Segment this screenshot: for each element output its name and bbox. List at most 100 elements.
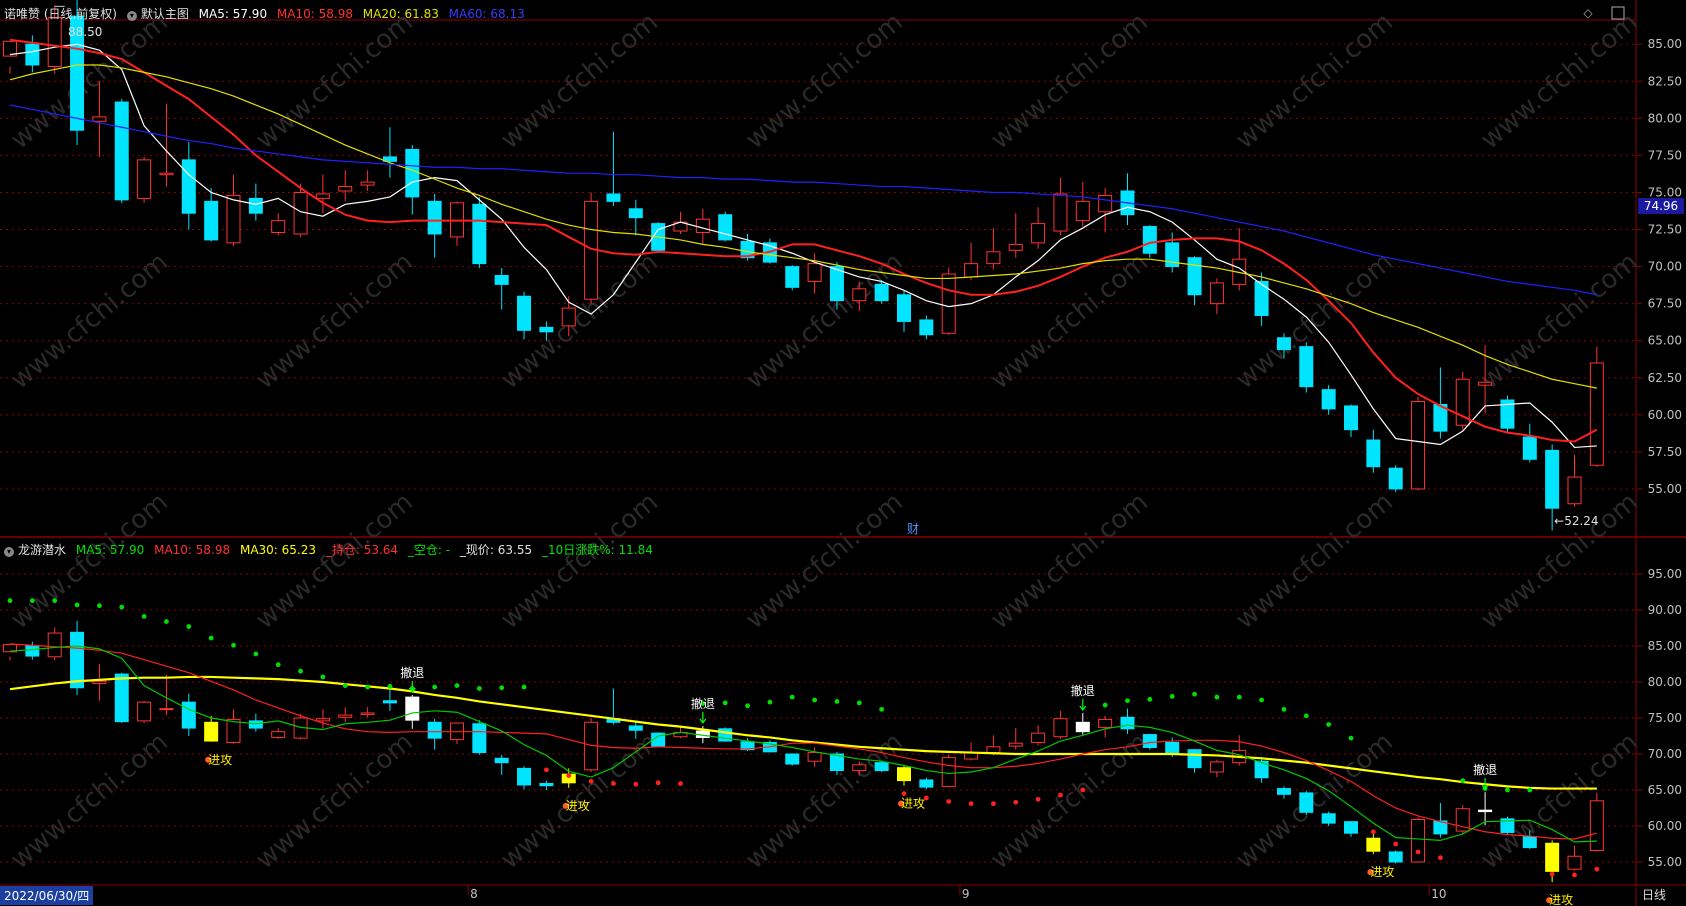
sub-candle-body	[1388, 851, 1403, 863]
sub-y-tick-label: 70.00	[1648, 747, 1682, 761]
sub-candle-body	[1209, 761, 1224, 773]
price-label: _现价: 63.55	[459, 543, 533, 557]
stop-dot-green	[834, 699, 840, 704]
stop-dot-red	[968, 801, 974, 807]
stock-chart[interactable]: www.cfchi.com www.cfchi.com www.cfchi.com w…	[0, 0, 1686, 906]
sub-candle-body	[919, 779, 934, 788]
candle-body	[1209, 282, 1224, 305]
candle-body	[1142, 226, 1157, 254]
stop-dot-green	[1169, 694, 1175, 699]
ma10-label: MA10: 58.98	[276, 7, 353, 21]
sub-candle-body	[1545, 842, 1560, 872]
candle-body	[204, 200, 219, 241]
candle-body	[919, 319, 934, 336]
main-y-tick-label: 82.50	[1648, 74, 1682, 88]
diamond-icon[interactable]: ◇	[1583, 6, 1593, 20]
candle-body	[897, 294, 911, 322]
sub-candle-body	[1589, 800, 1604, 851]
candle-body	[1053, 193, 1068, 232]
sub-candle-body	[382, 700, 397, 704]
main-view-label[interactable]: 默认主图	[141, 7, 189, 21]
candle-body	[427, 200, 442, 235]
stop-dot-green	[1527, 787, 1533, 793]
main-y-tick-label: 77.50	[1648, 148, 1682, 162]
sub-candle-body	[807, 752, 822, 762]
sub-candle-body	[1098, 718, 1113, 728]
stop-dot-green	[879, 706, 885, 712]
stop-dot-red	[678, 781, 683, 786]
stop-dot-red	[611, 781, 616, 786]
candle-body	[852, 288, 867, 302]
sub-candle-body	[25, 645, 40, 657]
candle-body	[874, 283, 889, 302]
stop-dot-green	[141, 614, 147, 619]
sub-candle-body	[181, 701, 196, 729]
sub-candle-body	[92, 680, 107, 684]
sub-candle-body	[494, 757, 509, 764]
sub-candle-body	[986, 746, 1001, 754]
price-marker-label: 74.96	[1644, 199, 1678, 213]
stop-dot-green	[499, 685, 505, 691]
stop-dot-green	[722, 700, 728, 706]
sub-candle-body	[1478, 809, 1493, 813]
main-y-tick-label: 75.00	[1648, 185, 1682, 199]
stop-dot-green	[1505, 787, 1510, 793]
stop-dot-green	[365, 684, 370, 690]
sub-candle-body	[517, 767, 532, 786]
period-label[interactable]: 日线	[1642, 886, 1666, 903]
main-y-tick-label: 72.50	[1648, 223, 1682, 237]
candle-body	[114, 101, 129, 201]
stop-dot-green	[7, 598, 13, 604]
stop-dot-green	[74, 602, 80, 608]
main-y-tick-label: 65.00	[1648, 334, 1682, 348]
low-price-label: ←52.24	[1554, 514, 1598, 528]
change-label: _10日涨跌%: 11.84	[541, 543, 653, 557]
main-y-tick-label: 60.00	[1648, 408, 1682, 422]
candle-body	[1075, 200, 1090, 222]
sub-candle-body	[204, 721, 219, 742]
indicator-name[interactable]: 龙游潜水	[18, 543, 66, 557]
stock-name[interactable]: 诺唯赞 (日线,前复权)	[4, 7, 117, 21]
sub-candle-body	[70, 631, 85, 689]
candle-body	[248, 197, 263, 214]
sub-y-tick-label: 65.00	[1648, 783, 1682, 797]
stop-dot-green	[186, 624, 192, 629]
main-y-tick-label: 57.50	[1648, 445, 1682, 459]
attack-signal-label: 进攻	[566, 799, 590, 813]
candle-body	[1187, 257, 1202, 296]
candle-body	[1589, 362, 1604, 466]
candle-body	[1411, 400, 1426, 490]
stop-dot-red	[1549, 871, 1555, 877]
stop-dot-green	[1303, 713, 1309, 719]
ma20-label: MA20: 61.83	[362, 7, 439, 21]
stop-dot-red	[544, 767, 549, 773]
stop-dot-green	[1147, 696, 1153, 702]
candle-body	[360, 181, 375, 186]
sub-candle-body	[47, 632, 62, 658]
candle-body	[159, 172, 174, 176]
sub-candle-body	[897, 767, 911, 782]
stop-dot-red	[655, 780, 661, 786]
view-toggle-icon[interactable]: ▾	[126, 11, 137, 21]
stop-dot-green	[298, 668, 303, 674]
sub-candle-body	[1366, 837, 1381, 852]
candle-body	[1545, 449, 1560, 509]
sub-candle-body	[1075, 721, 1090, 733]
candle-body	[606, 193, 621, 202]
sub-candle-body	[271, 731, 286, 738]
stop-dot-red	[1035, 796, 1041, 802]
candle-body	[92, 116, 107, 122]
candle-body	[47, 17, 62, 67]
candle-body	[1098, 194, 1113, 213]
candle-body	[338, 186, 353, 192]
candle-body	[785, 266, 800, 288]
sub-toggle-icon[interactable]: ▾	[4, 547, 14, 557]
stop-dot-green	[856, 700, 862, 706]
candle-body	[628, 208, 643, 219]
sub-candle-body	[941, 757, 956, 787]
high-price-label: 88.50	[68, 25, 102, 39]
stop-dot-red	[588, 778, 594, 784]
candle-body	[25, 43, 40, 66]
candle-body	[964, 263, 979, 278]
sub-candle-body	[472, 723, 487, 754]
